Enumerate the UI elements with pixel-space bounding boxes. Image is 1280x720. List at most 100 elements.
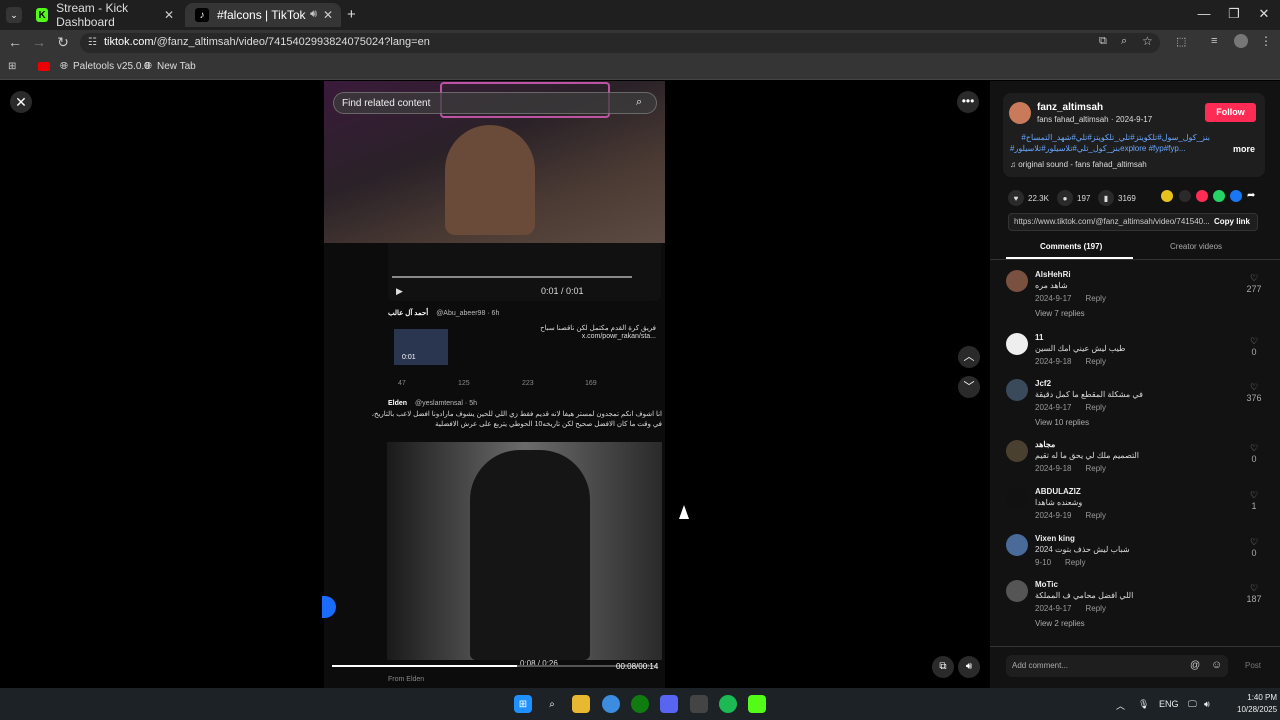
commenter-name[interactable]: مجاهد	[1035, 440, 1055, 449]
reply-button[interactable]: Reply	[1085, 294, 1105, 303]
coin-icon[interactable]	[1161, 190, 1173, 202]
commenter-name[interactable]: ABDULAZIZ	[1035, 487, 1081, 496]
commenter-avatar[interactable]	[1006, 440, 1028, 462]
comment-like[interactable]: ♡ 1	[1242, 490, 1266, 511]
profile-avatar[interactable]	[1234, 34, 1248, 48]
pip-icon[interactable]: ⧉	[932, 656, 954, 678]
back-icon[interactable]: ←	[6, 34, 24, 50]
more-options-icon[interactable]: •••	[957, 91, 979, 113]
tab-search-icon[interactable]: ⌄	[6, 7, 22, 23]
volume-icon[interactable]: 🔊︎	[958, 656, 980, 678]
whatsapp-icon[interactable]	[1213, 190, 1225, 202]
tab-kick-dashboard[interactable]: K Stream - Kick Dashboard ✕	[26, 1, 182, 29]
post-link[interactable]: https://www.tiktok.com/@fanz_altimsah/vi…	[1014, 217, 1210, 226]
comment-like[interactable]: ♡ 376	[1242, 382, 1266, 403]
bookmark-new-tab[interactable]: 🌐︎ New Tab	[144, 61, 196, 72]
author-username[interactable]: fanz_altimsah	[1037, 102, 1103, 113]
emoji-icon[interactable]: ☺	[1211, 659, 1222, 671]
tab-comments[interactable]: Comments (197)	[1040, 242, 1102, 251]
view-replies[interactable]: View 10 replies	[1035, 418, 1089, 427]
volume-tray-icon[interactable]: 🔊︎	[1204, 699, 1210, 710]
search-icon[interactable]: ⌕	[543, 695, 561, 713]
install-app-icon[interactable]: ⧉	[1099, 35, 1107, 48]
comment-action[interactable]: ● 197	[1057, 190, 1090, 206]
comment-like[interactable]: ♡ 277	[1242, 273, 1266, 294]
youtube-icon[interactable]	[38, 62, 50, 71]
spotify-icon[interactable]	[719, 695, 737, 713]
forward-icon[interactable]: →	[30, 34, 48, 50]
close-window-button[interactable]: ✕	[1252, 6, 1276, 22]
zoom-icon[interactable]: ⌕	[1121, 35, 1127, 48]
share-icon[interactable]: ➦	[1247, 190, 1255, 201]
previous-video-icon[interactable]: ︿	[958, 346, 980, 368]
network-icon[interactable]: 🖵︎	[1188, 699, 1197, 710]
extensions-icon[interactable]: ⬚	[1176, 35, 1186, 48]
language-indicator[interactable]: ENG	[1159, 699, 1179, 709]
reload-icon[interactable]: ↻	[54, 34, 72, 51]
tray-chevron-icon[interactable]: ︿	[1116, 699, 1125, 712]
sound-link[interactable]: ♫ original sound - fans fahad_altimsah	[1010, 160, 1147, 169]
commenter-name[interactable]: MoTic	[1035, 580, 1058, 589]
commenter-avatar[interactable]	[1006, 487, 1028, 509]
site-info-icon[interactable]: ☷	[88, 37, 97, 48]
app-icon[interactable]	[690, 695, 708, 713]
minimize-button[interactable]: —	[1192, 6, 1216, 21]
windows-start-icon[interactable]: ⊞	[514, 695, 532, 713]
comment-like[interactable]: ♡ 187	[1242, 583, 1266, 604]
reply-button[interactable]: Reply	[1085, 357, 1105, 366]
commenter-avatar[interactable]	[1006, 580, 1028, 602]
commenter-name[interactable]: 11	[1035, 333, 1043, 342]
restore-button[interactable]: ❐	[1222, 6, 1246, 22]
close-tab-icon[interactable]: ✕	[164, 8, 174, 22]
commenter-name[interactable]: Vixen king	[1035, 534, 1075, 543]
media-icon[interactable]: ≡	[1211, 35, 1217, 47]
commenter-name[interactable]: Jcf2	[1035, 379, 1051, 388]
next-video-icon[interactable]: ﹀	[958, 376, 980, 398]
embed-icon[interactable]	[1179, 190, 1191, 202]
kick-icon[interactable]	[748, 695, 766, 713]
menu-icon[interactable]: ⋮	[1260, 34, 1272, 48]
facebook-icon[interactable]	[1230, 190, 1242, 202]
tab-tiktok[interactable]: ♪ #falcons | TikTok 🔊︎ ✕	[185, 3, 341, 27]
bookmark-star-icon[interactable]: ☆	[1142, 34, 1153, 48]
microphone-icon[interactable]: 🎙︎	[1138, 699, 1149, 710]
reply-button[interactable]: Reply	[1085, 604, 1105, 613]
xbox-icon[interactable]	[631, 695, 649, 713]
post-description[interactable]: #بنز_كول_سول#تلكويتز#تلي_تلكويتز#تلي#شهد…	[1010, 132, 1210, 154]
author-avatar[interactable]	[1009, 102, 1031, 124]
commenter-avatar[interactable]	[1006, 534, 1028, 556]
close-video-icon[interactable]: ✕	[10, 91, 32, 113]
reply-button[interactable]: Reply	[1065, 558, 1085, 567]
like-action[interactable]: ♥ 22.3K	[1008, 190, 1049, 206]
reply-button[interactable]: Reply	[1085, 511, 1105, 520]
view-replies[interactable]: View 2 replies	[1035, 619, 1085, 628]
related-search-input[interactable]: Find related content	[333, 92, 657, 114]
comment-like[interactable]: ♡ 0	[1242, 443, 1266, 464]
save-action[interactable]: ▮ 3169	[1098, 190, 1136, 206]
more-link[interactable]: more	[1233, 144, 1255, 154]
commenter-name[interactable]: AlsHehRi	[1035, 270, 1071, 279]
post-comment-button[interactable]: Post	[1245, 661, 1261, 670]
commenter-avatar[interactable]	[1006, 333, 1028, 355]
view-replies[interactable]: View 7 replies	[1035, 309, 1085, 318]
search-icon[interactable]: ⌕	[636, 96, 642, 109]
close-tab-icon[interactable]: ✕	[323, 8, 333, 22]
new-tab-button[interactable]: +	[347, 6, 356, 23]
chrome-icon[interactable]	[602, 695, 620, 713]
apps-grid-icon[interactable]: ⊞	[8, 61, 16, 72]
comment-like[interactable]: ♡ 0	[1242, 336, 1266, 357]
tab-creator-videos[interactable]: Creator videos	[1170, 242, 1222, 251]
follow-button[interactable]: Follow	[1205, 103, 1256, 122]
url-text[interactable]: tiktok.com/@fanz_altimsah/video/74154029…	[104, 36, 430, 48]
mention-icon[interactable]: @	[1190, 660, 1200, 671]
bookmark-paletools[interactable]: 🌐︎ Paletools v25.0.0	[60, 61, 150, 72]
reply-button[interactable]: Reply	[1085, 403, 1105, 412]
commenter-avatar[interactable]	[1006, 379, 1028, 401]
copy-link-button[interactable]: Copy link	[1214, 217, 1250, 226]
commenter-avatar[interactable]	[1006, 270, 1028, 292]
system-clock[interactable]: 1:40 PM 10/28/2025	[1237, 692, 1277, 716]
repost-icon[interactable]	[1196, 190, 1208, 202]
discord-icon[interactable]	[660, 695, 678, 713]
reply-button[interactable]: Reply	[1085, 464, 1105, 473]
comment-like[interactable]: ♡ 0	[1242, 537, 1266, 558]
